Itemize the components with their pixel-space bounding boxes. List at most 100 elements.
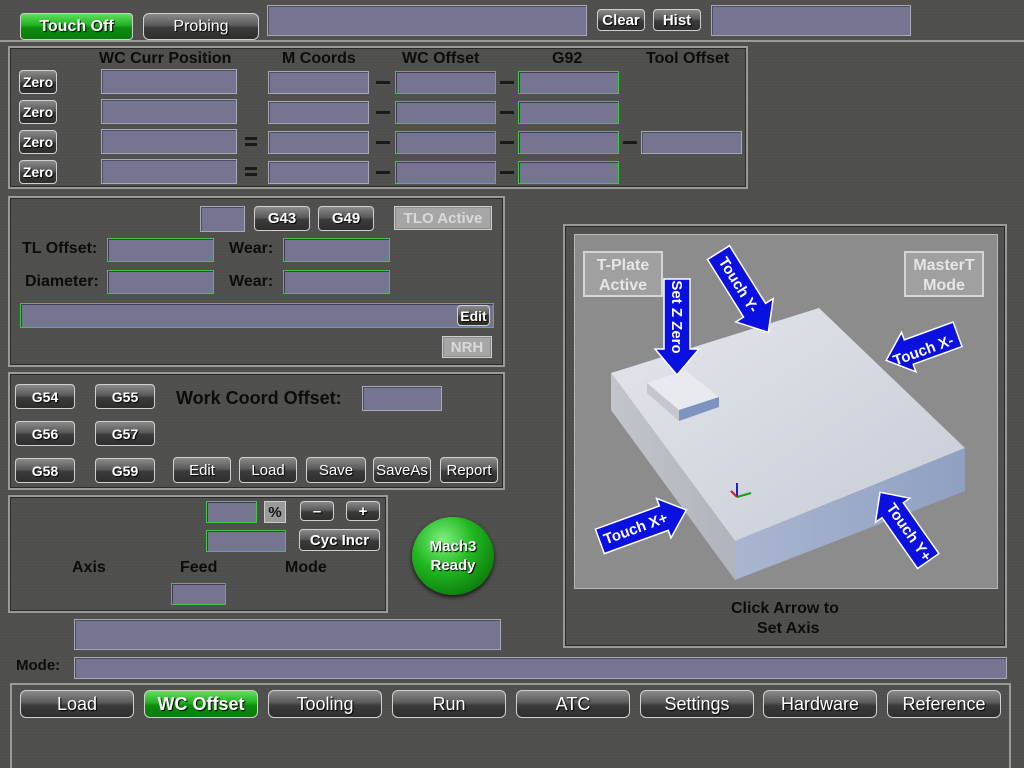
wc-offset-x-field[interactable] [395, 71, 496, 94]
cycle-increment-field[interactable] [206, 530, 286, 552]
g58-button[interactable]: G58 [15, 458, 75, 483]
nrh-indicator: NRH [442, 336, 492, 358]
t-plate-line-2: Active [599, 277, 647, 294]
caption-line-2: Set Axis [757, 620, 820, 637]
tool-description-field[interactable] [20, 303, 494, 328]
status-line-2: Ready [430, 557, 476, 574]
g43-button[interactable]: G43 [254, 206, 310, 231]
tab-tooling[interactable]: Tooling [268, 690, 382, 718]
g56-button[interactable]: G56 [15, 421, 75, 446]
wc-offset-y-field[interactable] [395, 101, 496, 124]
m-coords-a-field [268, 161, 369, 184]
tab-wc-offset[interactable]: WC Offset [144, 690, 258, 718]
g57-button[interactable]: G57 [95, 421, 155, 446]
visualization-stage: T-Plate Active MasterT Mode Touch Y- Set… [574, 234, 998, 589]
g59-button[interactable]: G59 [95, 458, 155, 483]
equals-sign [245, 167, 257, 176]
minus-sign [500, 81, 514, 84]
minus-sign [376, 171, 390, 174]
minus-sign [376, 81, 390, 84]
diameter-wear-field[interactable] [283, 270, 390, 294]
mode-line-label: Mode: [16, 657, 61, 674]
tl-offset-label: TL Offset: [22, 240, 98, 257]
caption-line-1: Click Arrow to [731, 600, 839, 617]
g49-button[interactable]: G49 [318, 206, 374, 231]
t-plate-active-indicator: T-Plate Active [583, 251, 663, 297]
m-coords-x-field [268, 71, 369, 94]
wco-load-button[interactable]: Load [239, 457, 297, 483]
work-coord-offset-label: Work Coord Offset: [176, 388, 342, 408]
wco-report-button[interactable]: Report [440, 457, 498, 483]
header-tool-offset: Tool Offset [646, 50, 730, 67]
touch-off-button[interactable]: Touch Off [20, 13, 133, 40]
wc-curr-z-field[interactable] [101, 129, 237, 154]
tab-load[interactable]: Load [20, 690, 134, 718]
tl-offset-field[interactable] [107, 238, 214, 262]
top-divider [0, 40, 1024, 42]
tab-reference[interactable]: Reference [887, 690, 1001, 718]
clear-button[interactable]: Clear [597, 9, 645, 31]
diameter-field[interactable] [107, 270, 214, 294]
wc-curr-x-field[interactable] [101, 69, 237, 94]
tab-settings[interactable]: Settings [640, 690, 754, 718]
diameter-label: Diameter: [25, 273, 99, 290]
zero-y-button[interactable]: Zero [19, 100, 57, 124]
g92-a-field[interactable] [518, 161, 619, 184]
minus-sign [376, 111, 390, 114]
wco-edit-button[interactable]: Edit [173, 457, 231, 483]
cycle-percent-field[interactable] [206, 501, 257, 523]
wco-saveas-button[interactable]: SaveAs [373, 457, 431, 483]
wc-offset-a-field[interactable] [395, 161, 496, 184]
cycle-increase-button[interactable]: + [346, 501, 380, 521]
wc-curr-a-field[interactable] [101, 159, 237, 184]
zero-z-button[interactable]: Zero [19, 130, 57, 154]
probing-button[interactable]: Probing [143, 13, 259, 40]
mach3-ready-status: Mach3 Ready [412, 517, 494, 595]
message-field [267, 5, 587, 36]
minus-sign [500, 141, 514, 144]
cyc-incr-button[interactable]: Cyc Incr [299, 529, 380, 551]
m-coords-y-field [268, 101, 369, 124]
mastert-line-1: MasterT [913, 257, 975, 274]
zero-x-button[interactable]: Zero [19, 70, 57, 94]
minus-sign [376, 141, 390, 144]
tab-run[interactable]: Run [392, 690, 506, 718]
mode-label: Mode [285, 559, 327, 576]
m-coords-z-field [268, 131, 369, 154]
hist-button[interactable]: Hist [653, 9, 701, 31]
wear-label: Wear: [229, 273, 274, 290]
tool-number-field[interactable] [200, 206, 245, 232]
tlo-active-indicator: TLO Active [394, 206, 492, 230]
percent-label: % [264, 501, 286, 523]
mode-line-field [74, 657, 1007, 679]
g92-z-field[interactable] [518, 131, 619, 154]
work-coord-offset-field [362, 386, 442, 411]
axis-label: Axis [72, 559, 106, 576]
g92-x-field[interactable] [518, 71, 619, 94]
wc-offset-z-field[interactable] [395, 131, 496, 154]
tool-offset-z-field [641, 131, 742, 154]
zero-a-button[interactable]: Zero [19, 160, 57, 184]
mastert-mode-indicator: MasterT Mode [904, 251, 984, 297]
gcode-line-field [74, 619, 501, 650]
wc-curr-y-field[interactable] [101, 99, 237, 124]
mastert-line-2: Mode [923, 277, 965, 294]
tl-wear-field[interactable] [283, 238, 390, 262]
tab-atc[interactable]: ATC [516, 690, 630, 718]
header-wc-curr: WC Curr Position [99, 50, 232, 67]
g54-button[interactable]: G54 [15, 384, 75, 409]
cycle-decrease-button[interactable]: – [300, 501, 334, 521]
history-field [711, 5, 911, 36]
wco-save-button[interactable]: Save [306, 457, 366, 483]
tool-edit-button[interactable]: Edit [457, 305, 490, 326]
minus-sign [500, 111, 514, 114]
feed-field[interactable] [171, 583, 226, 605]
workpiece-diagram: T-Plate Active MasterT Mode Touch Y- Set… [583, 244, 984, 580]
tab-hardware[interactable]: Hardware [763, 690, 877, 718]
status-line-1: Mach3 [429, 538, 477, 555]
minus-sign [623, 141, 637, 144]
header-g92: G92 [552, 50, 583, 67]
t-plate-line-1: T-Plate [597, 257, 650, 274]
g92-y-field[interactable] [518, 101, 619, 124]
g55-button[interactable]: G55 [95, 384, 155, 409]
